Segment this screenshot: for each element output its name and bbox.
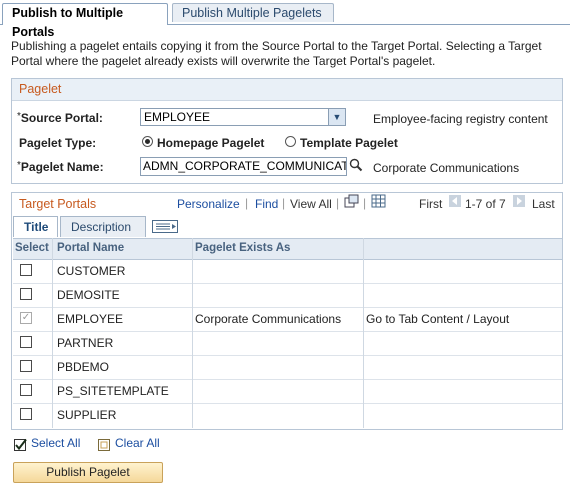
pagelet-name-label: *Pagelet Name: bbox=[17, 160, 104, 174]
portal-name: DEMOSITE bbox=[57, 288, 120, 302]
clear-all-checkbox-icon[interactable] bbox=[98, 438, 112, 452]
row-select-checkbox[interactable] bbox=[20, 336, 32, 348]
toolbar-separator: | bbox=[336, 196, 340, 210]
column-header-pagelet-exists-as: Pagelet Exists As bbox=[195, 242, 291, 254]
source-portal-description: Employee-facing registry content bbox=[373, 112, 548, 126]
tab-publish-multiple-pagelets[interactable]: Publish Multiple Pagelets bbox=[172, 3, 334, 22]
column-header-portal-name: Portal Name bbox=[57, 242, 125, 254]
source-portal-select[interactable]: EMPLOYEE ▼ bbox=[140, 108, 346, 126]
view-all-link[interactable]: View All bbox=[290, 197, 332, 211]
grid-header: Select Portal Name Pagelet Exists As bbox=[13, 238, 562, 260]
pagelet-group-title: Pagelet bbox=[19, 82, 62, 96]
grid-download-icon[interactable] bbox=[371, 194, 386, 208]
row-select-checkbox[interactable] bbox=[20, 288, 32, 300]
column-divider bbox=[363, 238, 364, 428]
table-row: PARTNER bbox=[13, 331, 562, 356]
portal-name: PBDEMO bbox=[57, 360, 110, 374]
first-label: First bbox=[419, 197, 443, 211]
row-select-checkbox[interactable] bbox=[20, 384, 32, 396]
table-row: DEMOSITE bbox=[13, 283, 562, 308]
table-row: SUPPLIER bbox=[13, 403, 562, 427]
table-row: ✓ EMPLOYEE Corporate Communications Go t… bbox=[13, 307, 562, 332]
portal-name: PARTNER bbox=[57, 336, 114, 350]
homepage-pagelet-label[interactable]: Homepage Pagelet bbox=[157, 136, 264, 150]
tab-label: Publish to Multiple Portals bbox=[12, 6, 124, 39]
row-select-checkbox[interactable] bbox=[20, 360, 32, 372]
tab-label: Publish Multiple Pagelets bbox=[182, 6, 322, 20]
publish-pagelet-button[interactable]: Publish Pagelet bbox=[13, 462, 163, 483]
column-header-select: Select bbox=[15, 242, 49, 254]
table-row: PBDEMO bbox=[13, 355, 562, 380]
intro-text: Publishing a pagelet entails copying it … bbox=[11, 39, 542, 68]
subtab-description-label: Description bbox=[71, 220, 132, 234]
personalize-link[interactable]: Personalize bbox=[177, 197, 240, 211]
pagelet-name-label-text: Pagelet Name: bbox=[20, 160, 104, 174]
homepage-pagelet-radio[interactable] bbox=[142, 136, 153, 147]
row-range: 1-7 of 7 bbox=[465, 197, 506, 211]
next-arrow-icon[interactable] bbox=[513, 195, 525, 207]
template-pagelet-label[interactable]: Template Pagelet bbox=[300, 136, 398, 150]
toolbar-separator: | bbox=[282, 196, 286, 210]
pagelet-name-input[interactable]: ADMN_CORPORATE_COMMUNICATI bbox=[140, 157, 347, 176]
subtab-description[interactable]: Description bbox=[60, 216, 146, 237]
target-portals-title: Target Portals bbox=[19, 197, 97, 211]
row-select-checkbox[interactable] bbox=[20, 408, 32, 420]
subtab-title-label: Title bbox=[24, 220, 49, 234]
chevron-down-icon[interactable]: ▼ bbox=[328, 109, 345, 125]
tab-publish-to-multiple-portals[interactable]: Publish to Multiple Portals bbox=[2, 3, 168, 39]
template-pagelet-radio[interactable] bbox=[285, 136, 296, 147]
table-row: CUSTOMER bbox=[13, 259, 562, 284]
new-window-icon[interactable] bbox=[344, 194, 359, 208]
select-all-checkbox-icon[interactable] bbox=[14, 438, 28, 452]
source-portal-label-text: Source Portal: bbox=[20, 111, 103, 125]
pagelet-exists-as: Corporate Communications bbox=[195, 312, 342, 326]
lookup-magnifier-icon[interactable] bbox=[349, 158, 363, 172]
select-all-link[interactable]: Select All bbox=[31, 436, 80, 450]
pagelet-type-label: Pagelet Type: bbox=[19, 136, 97, 150]
source-portal-label: *Source Portal: bbox=[17, 111, 103, 125]
show-all-columns-icon[interactable] bbox=[152, 220, 178, 233]
column-divider bbox=[192, 238, 193, 428]
toolbar-separator: | bbox=[363, 196, 367, 210]
pagelet-name-description: Corporate Communications bbox=[373, 161, 520, 175]
toolbar-separator: | bbox=[245, 196, 249, 210]
last-label: Last bbox=[532, 197, 555, 211]
row-select-checkbox-disabled: ✓ bbox=[20, 312, 32, 324]
portal-name: PS_SITETEMPLATE bbox=[57, 384, 169, 398]
source-portal-value: EMPLOYEE bbox=[144, 110, 211, 124]
clear-all-link[interactable]: Clear All bbox=[115, 436, 160, 450]
portal-name: CUSTOMER bbox=[57, 264, 126, 278]
previous-arrow-icon[interactable] bbox=[449, 195, 461, 207]
column-divider bbox=[52, 238, 53, 428]
pagelet-group-header: Pagelet bbox=[12, 79, 562, 101]
subtab-title[interactable]: Title bbox=[13, 216, 58, 237]
portal-name: SUPPLIER bbox=[57, 408, 117, 422]
table-row: PS_SITETEMPLATE bbox=[13, 379, 562, 404]
row-select-checkbox[interactable] bbox=[20, 264, 32, 276]
find-link[interactable]: Find bbox=[255, 197, 278, 211]
portal-name: EMPLOYEE bbox=[57, 312, 124, 326]
go-to-tab-content-link[interactable]: Go to Tab Content / Layout bbox=[366, 312, 509, 326]
